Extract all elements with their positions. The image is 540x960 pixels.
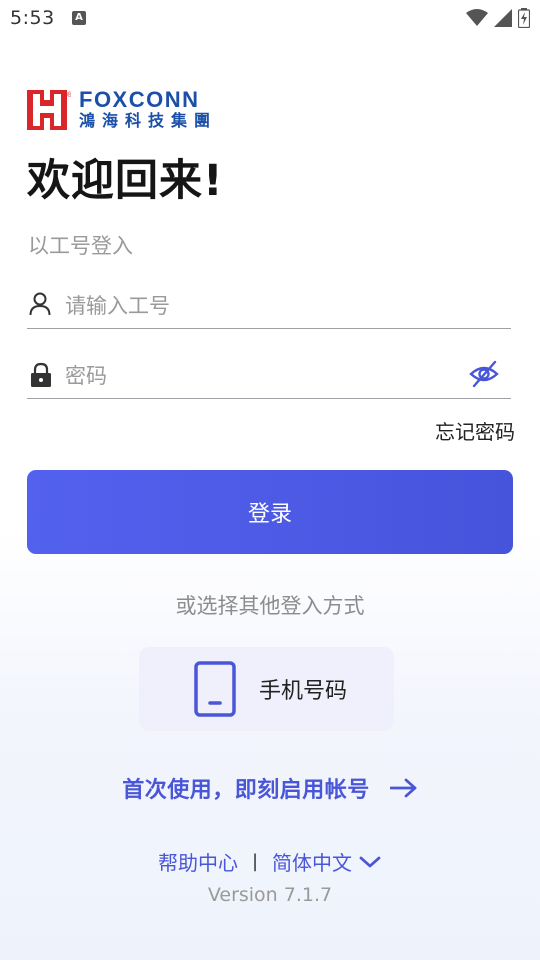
version-label: Version 7.1.7	[207, 884, 333, 906]
activate-account-link[interactable]: 首次使用，即刻启用帐号	[0, 772, 540, 804]
forgot-password-link[interactable]: 忘记密码	[435, 416, 515, 445]
activate-account-label: 首次使用，即刻启用帐号	[122, 778, 370, 803]
logo-english: FOXCONN	[79, 86, 200, 112]
battery-icon	[518, 8, 530, 28]
login-button[interactable]: 登录	[27, 470, 513, 554]
footer-separator: |	[251, 851, 259, 872]
employee-id-input[interactable]	[63, 288, 447, 324]
logo-chinese: 鴻海科技集團	[79, 110, 218, 130]
arrow-right-icon	[389, 778, 417, 798]
foxconn-logo: ® FOXCONN 鴻海科技集團	[27, 88, 217, 130]
password-field	[27, 354, 511, 399]
password-input[interactable]	[63, 358, 447, 394]
language-label: 简体中文	[272, 851, 353, 875]
eye-off-icon[interactable]	[469, 359, 499, 389]
status-time: 5:53	[10, 7, 55, 29]
language-selector[interactable]: 简体中文	[272, 847, 382, 876]
wifi-icon	[466, 9, 488, 26]
lock-icon	[31, 362, 51, 387]
phone-icon	[194, 661, 236, 717]
welcome-title: 欢迎回来!	[27, 156, 224, 206]
employee-id-field	[27, 284, 511, 329]
status-icons	[466, 8, 530, 28]
notification-a-icon: A	[72, 11, 86, 25]
chevron-down-icon	[359, 856, 381, 867]
signal-icon	[494, 9, 512, 27]
phone-login-button[interactable]: 手机号码	[139, 647, 394, 731]
svg-text:®: ®	[67, 91, 71, 99]
footer-links: 帮助中心 | 简体中文	[0, 847, 540, 876]
other-login-methods-label: 或选择其他登入方式	[175, 594, 365, 618]
help-center-link[interactable]: 帮助中心	[158, 847, 238, 876]
person-icon	[29, 292, 51, 316]
phone-login-label: 手机号码	[259, 679, 348, 704]
login-method-subtitle: 以工号登入	[28, 234, 133, 258]
foxconn-emblem-icon: ®	[27, 90, 71, 130]
